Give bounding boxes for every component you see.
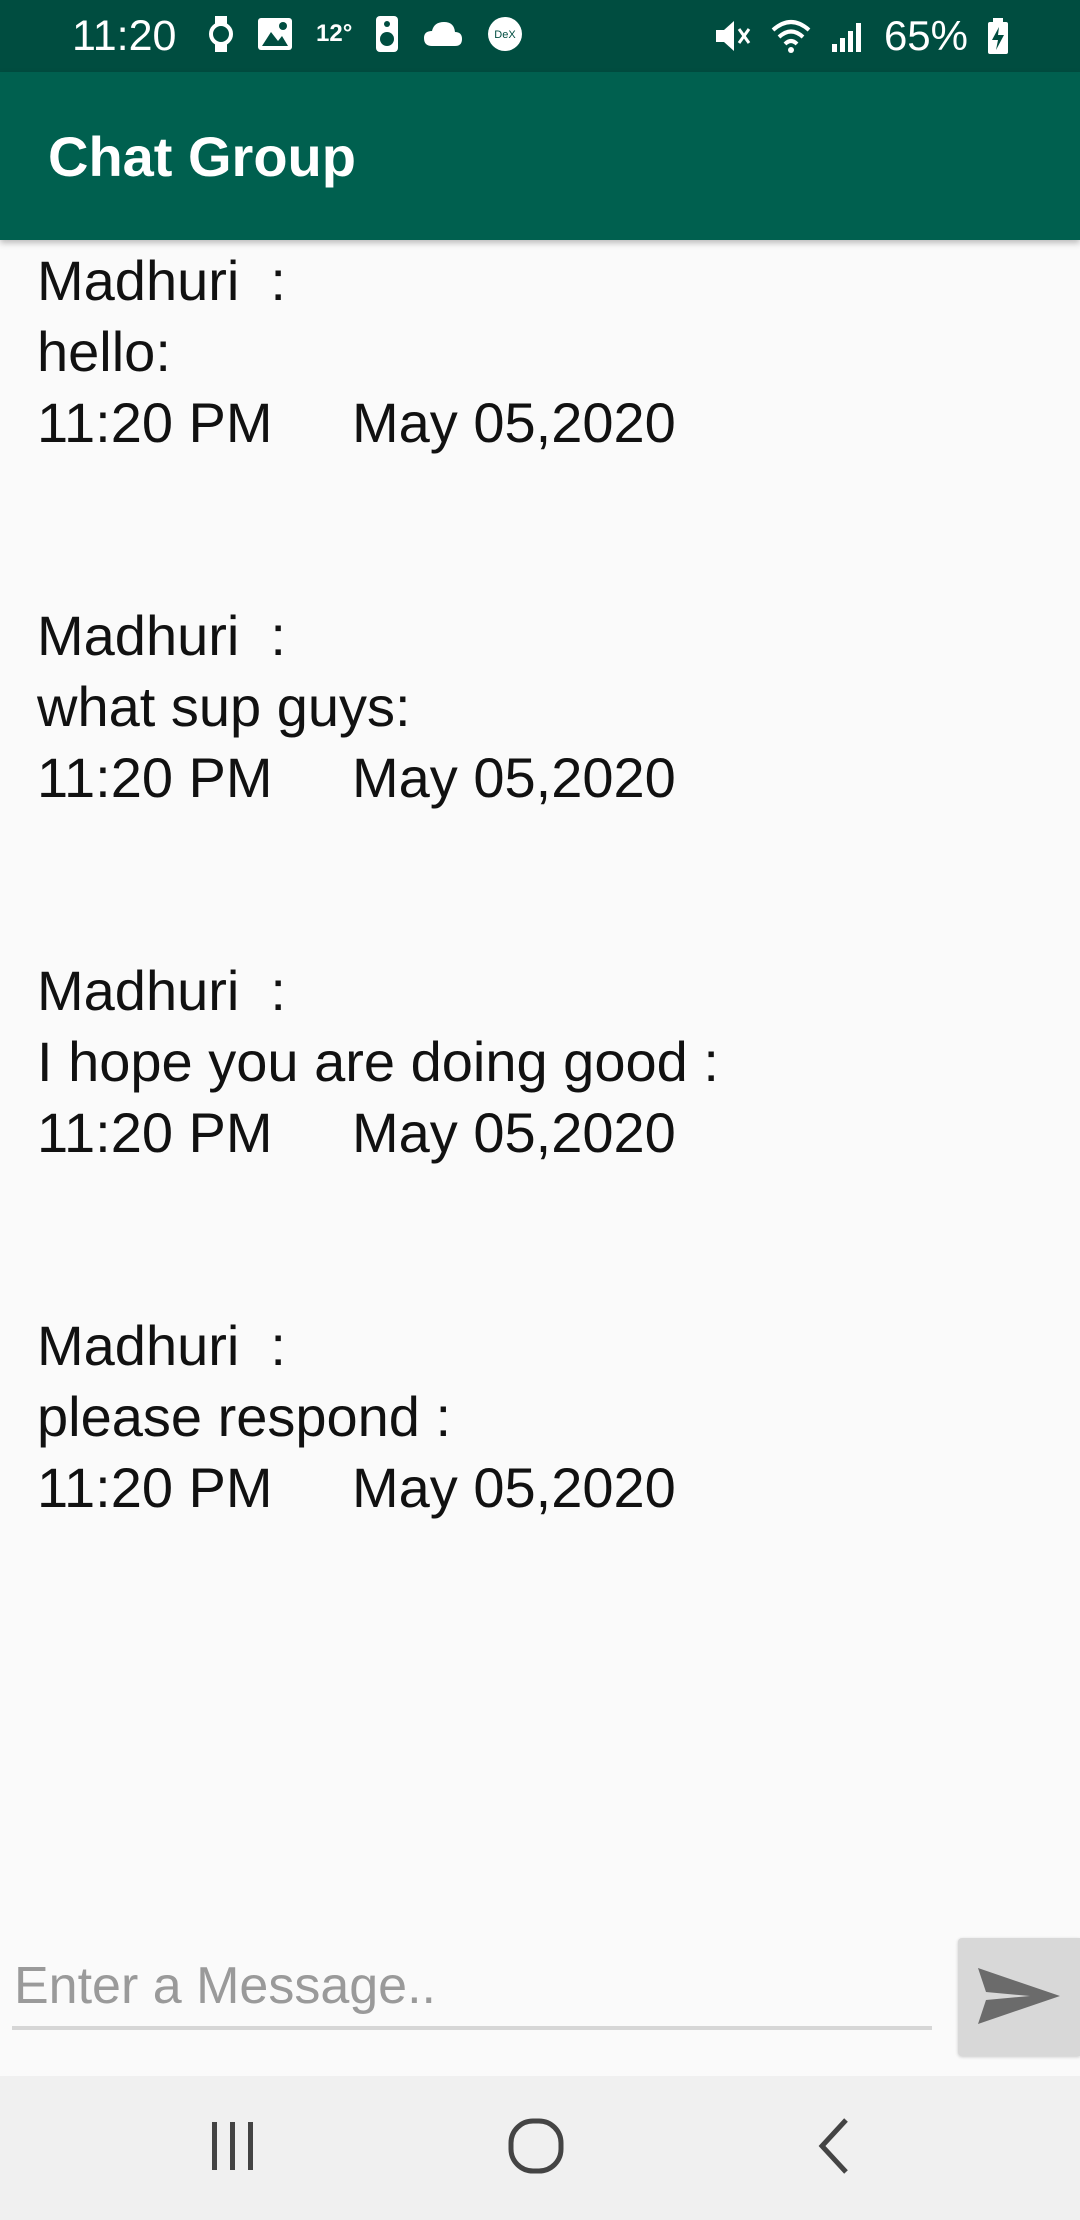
message-item: Madhuri : I hope you are doing good : 11… xyxy=(37,955,1037,1310)
status-time: 11:20 xyxy=(72,12,177,60)
send-button[interactable] xyxy=(958,1938,1080,2056)
message-timestamp: 11:20 PM May 05,2020 xyxy=(37,1452,1037,1523)
message-time: 11:20 PM xyxy=(37,391,273,454)
recent-apps-button[interactable] xyxy=(133,2076,333,2220)
message-text: please respond : xyxy=(37,1385,452,1448)
dex-label: DeX xyxy=(495,29,517,41)
image-icon xyxy=(256,16,294,52)
cloud-icon xyxy=(422,20,464,48)
message-timestamp: 11:20 PM May 05,2020 xyxy=(37,742,1037,813)
message-item: Madhuri : what sup guys: 11:20 PM May 05… xyxy=(37,600,1037,955)
send-icon xyxy=(974,1964,1064,2031)
signal-icon xyxy=(830,18,866,54)
message-list[interactable]: Madhuri : hello: 11:20 PM May 05,2020 Ma… xyxy=(37,245,1037,1665)
message-composer xyxy=(0,1930,1080,2076)
speaker-icon xyxy=(374,15,400,53)
wifi-icon xyxy=(770,18,812,54)
mute-icon xyxy=(712,17,752,55)
message-sender: Madhuri : xyxy=(37,1314,286,1377)
message-date: May 05,2020 xyxy=(352,391,676,454)
status-icons-left: 12° DeX xyxy=(208,14,524,54)
battery-charging-icon xyxy=(986,17,1010,55)
temperature-icon: 12° xyxy=(316,20,353,47)
message-timestamp: 11:20 PM May 05,2020 xyxy=(37,387,1037,458)
page-title: Chat Group xyxy=(48,125,356,188)
status-bar: 11:20 12° DeX 65% xyxy=(0,0,1080,72)
back-button[interactable] xyxy=(734,2076,934,2220)
message-date: May 05,2020 xyxy=(352,1456,676,1519)
message-time: 11:20 PM xyxy=(37,1456,273,1519)
system-nav-bar xyxy=(0,2076,1080,2220)
message-text: hello: xyxy=(37,320,171,383)
message-time: 11:20 PM xyxy=(37,746,273,809)
message-input[interactable] xyxy=(12,1954,932,2030)
home-button[interactable] xyxy=(436,2076,636,2220)
message-text: I hope you are doing good : xyxy=(37,1030,719,1093)
message-text: what sup guys: xyxy=(37,675,411,738)
message-item: Madhuri : please respond : 11:20 PM May … xyxy=(37,1310,1037,1665)
message-date: May 05,2020 xyxy=(352,1101,676,1164)
back-icon xyxy=(814,2116,854,2181)
status-icons-right: 65% xyxy=(712,12,1010,60)
message-sender: Madhuri : xyxy=(37,604,286,667)
message-sender: Madhuri : xyxy=(37,959,286,1022)
recent-apps-icon xyxy=(208,2118,258,2179)
battery-percentage: 65% xyxy=(883,12,968,59)
message-date: May 05,2020 xyxy=(352,746,676,809)
message-timestamp: 11:20 PM May 05,2020 xyxy=(37,1097,1037,1168)
watch-icon xyxy=(208,14,234,54)
message-sender: Madhuri : xyxy=(37,249,286,312)
home-icon xyxy=(506,2116,566,2181)
dex-icon: DeX xyxy=(486,15,524,53)
message-item: Madhuri : hello: 11:20 PM May 05,2020 xyxy=(37,245,1037,600)
message-time: 11:20 PM xyxy=(37,1101,273,1164)
app-bar: Chat Group xyxy=(0,72,1080,240)
